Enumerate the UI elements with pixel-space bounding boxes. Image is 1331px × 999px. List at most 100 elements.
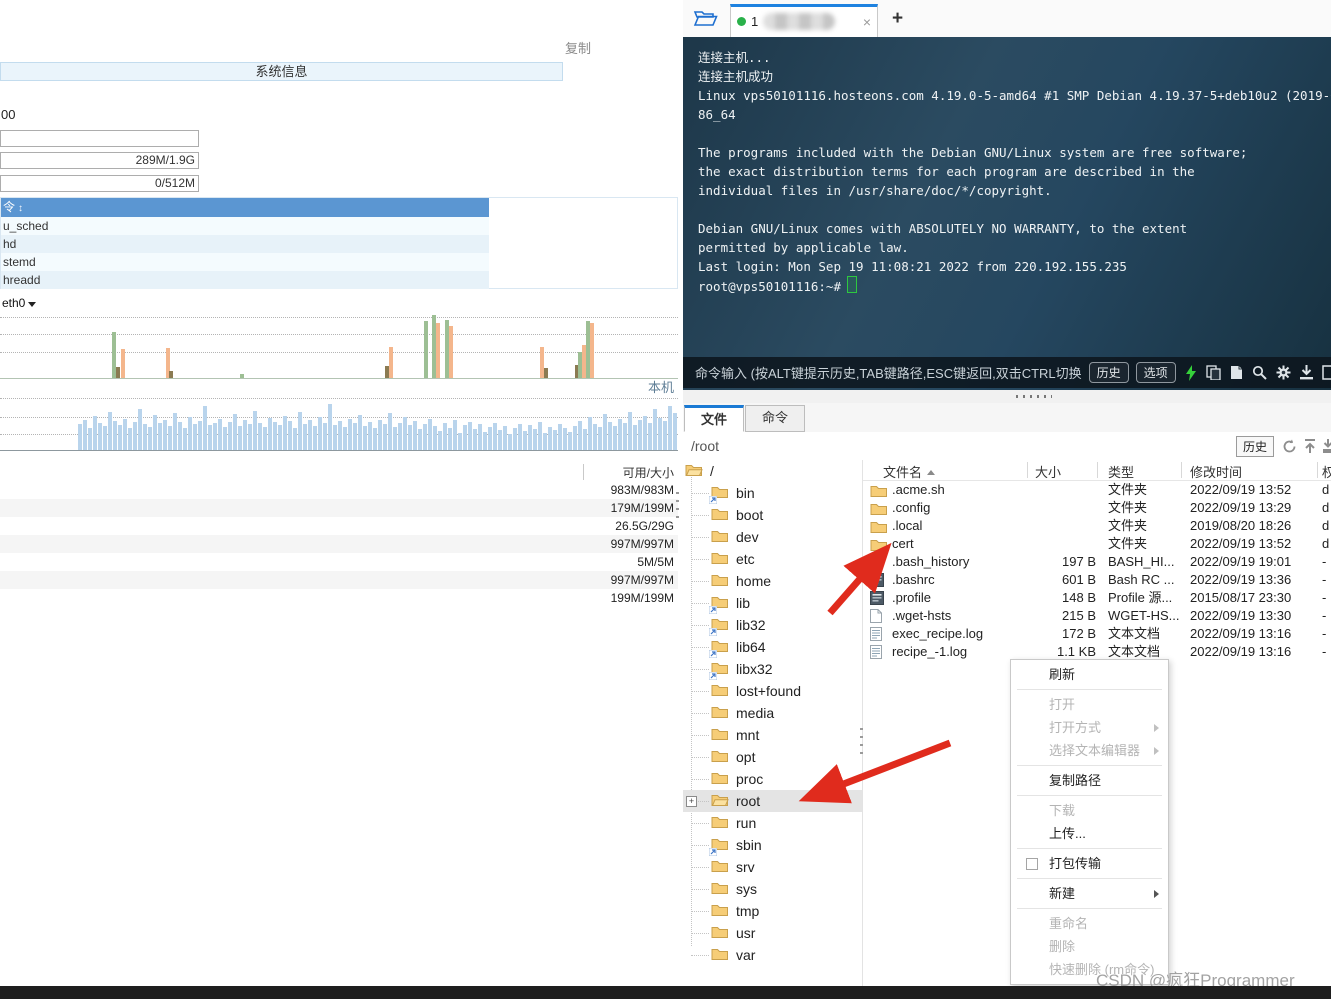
file-perm: - [1322, 589, 1326, 607]
file-row-.profile[interactable]: .profile148 BProfile 源...2015/08/17 23:3… [863, 589, 1331, 607]
download-icon[interactable] [1300, 365, 1313, 380]
cpu-history-bar [353, 423, 357, 450]
memory-field[interactable]: 289M/1.9G [0, 152, 199, 169]
file-row-exec_recipe.log[interactable]: exec_recipe.log172 B文本文档2022/09/19 13:16… [863, 625, 1331, 643]
info-field-empty[interactable] [0, 130, 199, 147]
tree-item-libx32[interactable]: libx32 [683, 658, 862, 680]
tree-item-mnt[interactable]: mnt [683, 724, 862, 746]
tree-item-lib[interactable]: lib [683, 592, 862, 614]
file-row-.config[interactable]: .config文件夹2022/09/19 13:29d [863, 499, 1331, 517]
tree-item-label: proc [736, 771, 763, 787]
expand-plus-icon[interactable]: + [686, 796, 697, 807]
disk-table-header[interactable]: 可用/大小 [0, 462, 678, 481]
tree-item-tmp[interactable]: tmp [683, 900, 862, 922]
cpu-history-bar [488, 427, 492, 450]
file-row-cert[interactable]: cert文件夹2022/09/19 13:52d [863, 535, 1331, 553]
tree-item-lib64[interactable]: lib64 [683, 636, 862, 658]
cpu-history-bar [198, 421, 202, 450]
tree-item-proc[interactable]: proc [683, 768, 862, 790]
path-history-button[interactable]: 历史 [1236, 436, 1274, 457]
tree-item-dev[interactable]: dev [683, 526, 862, 548]
column-size[interactable]: 大小 [1035, 462, 1061, 481]
cpu-history-bar [333, 425, 337, 450]
download-icon[interactable] [1323, 439, 1331, 454]
tree-item-root[interactable]: +root [683, 790, 862, 812]
process-row[interactable]: hd [1, 235, 489, 253]
tree-item-etc[interactable]: etc [683, 548, 862, 570]
tree-item-var[interactable]: var [683, 944, 862, 966]
upload-icon[interactable] [1304, 439, 1316, 454]
disk-row: 983M/983M [0, 481, 678, 499]
swap-field[interactable]: 0/512M [0, 175, 199, 192]
tree-item-opt[interactable]: opt [683, 746, 862, 768]
file-row-.wget-hsts[interactable]: .wget-hsts215 BWGET-HS...2022/09/19 13:3… [863, 607, 1331, 625]
tab-commands[interactable]: 命令 [745, 405, 805, 432]
tree-item-home[interactable]: home [683, 570, 862, 592]
file-row-.bash_history[interactable]: .bash_history197 BBASH_HI...2022/09/19 1… [863, 553, 1331, 571]
process-row[interactable]: stemd [1, 253, 489, 271]
folder-icon [711, 880, 729, 898]
copy-link[interactable]: 复制 [565, 38, 591, 57]
file-name: .local [892, 517, 922, 535]
options-button[interactable]: 选项 [1136, 362, 1176, 383]
tree-item-sys[interactable]: sys [683, 878, 862, 900]
search-icon[interactable] [1252, 365, 1267, 380]
file-row-.bashrc[interactable]: .bashrc601 BBash RC ...2022/09/19 13:36- [863, 571, 1331, 589]
column-perm[interactable]: 权 [1322, 462, 1331, 481]
checkbox-icon[interactable] [1026, 858, 1038, 870]
file-icon[interactable] [1322, 365, 1331, 380]
close-icon[interactable]: × [863, 15, 871, 29]
copy-icon[interactable] [1206, 365, 1221, 380]
terminal-file-splitter[interactable] [683, 390, 1331, 403]
panel-splitter-handle[interactable] [676, 492, 679, 524]
folder-icon [711, 484, 729, 502]
cpu-history-bar [303, 424, 307, 450]
folder-icon [711, 572, 729, 590]
column-mtime[interactable]: 修改时间 [1190, 462, 1242, 481]
gear-icon[interactable] [1276, 365, 1291, 380]
tree-item-run[interactable]: run [683, 812, 862, 834]
menu-item-打包传输[interactable]: 打包传输 [1011, 852, 1168, 875]
cpu-history-bar [223, 427, 227, 450]
nic-selector[interactable]: eth0 [2, 296, 36, 310]
connections-folder-icon[interactable] [693, 8, 718, 30]
tree-connector [691, 911, 709, 912]
tree-item-sbin[interactable]: sbin [683, 834, 862, 856]
process-table-header[interactable]: 令↕ [1, 198, 489, 217]
tree-item-lost+found[interactable]: lost+found [683, 680, 862, 702]
cpu-history-bar [463, 425, 467, 450]
tree-connector [691, 955, 709, 956]
command-input-bar[interactable]: 命令输入 (按ALT键提示历史,TAB键路径,ESC键返回,双击CTRL切换 历… [683, 357, 1331, 388]
refresh-icon[interactable] [1282, 439, 1297, 454]
network-traffic-chart [0, 315, 678, 379]
tree-item-srv[interactable]: srv [683, 856, 862, 878]
session-tab[interactable]: 1 × [730, 4, 878, 37]
menu-item-复制路径[interactable]: 复制路径 [1011, 769, 1168, 792]
file-row-.local[interactable]: .local文件夹2019/08/20 18:26d [863, 517, 1331, 535]
path-input[interactable]: /root [683, 438, 1236, 454]
column-filename[interactable]: 文件名 [883, 462, 935, 481]
menu-item-刷新[interactable]: 刷新 [1011, 663, 1168, 686]
tree-item-boot[interactable]: boot [683, 504, 862, 526]
menu-item-上传...[interactable]: 上传... [1011, 822, 1168, 845]
tree-item-lib32[interactable]: lib32 [683, 614, 862, 636]
tree-item-label: srv [736, 859, 755, 875]
tree-item-usr[interactable]: usr [683, 922, 862, 944]
cpu-history-bar [623, 423, 627, 450]
new-tab-button[interactable]: + [892, 9, 903, 28]
terminal[interactable]: 连接主机...连接主机成功Linux vps50101116.hosteons.… [683, 37, 1331, 390]
cpu-history-bar [183, 428, 187, 450]
lightning-icon[interactable] [1185, 365, 1197, 381]
process-row[interactable]: u_sched [1, 217, 489, 235]
column-type[interactable]: 类型 [1108, 462, 1134, 481]
tree-item-media[interactable]: media [683, 702, 862, 724]
paste-icon[interactable] [1230, 365, 1243, 380]
file-row-.acme.sh[interactable]: .acme.sh文件夹2022/09/19 13:52d [863, 481, 1331, 499]
tab-files[interactable]: 文件 [684, 405, 744, 432]
process-row[interactable]: hreadd [1, 271, 489, 289]
tree-item-label: run [736, 815, 756, 831]
history-button[interactable]: 历史 [1089, 362, 1129, 383]
menu-item-新建[interactable]: 新建 [1011, 882, 1168, 905]
tree-item-bin[interactable]: bin [683, 482, 862, 504]
tree-item-fs-root[interactable]: / [683, 460, 862, 482]
